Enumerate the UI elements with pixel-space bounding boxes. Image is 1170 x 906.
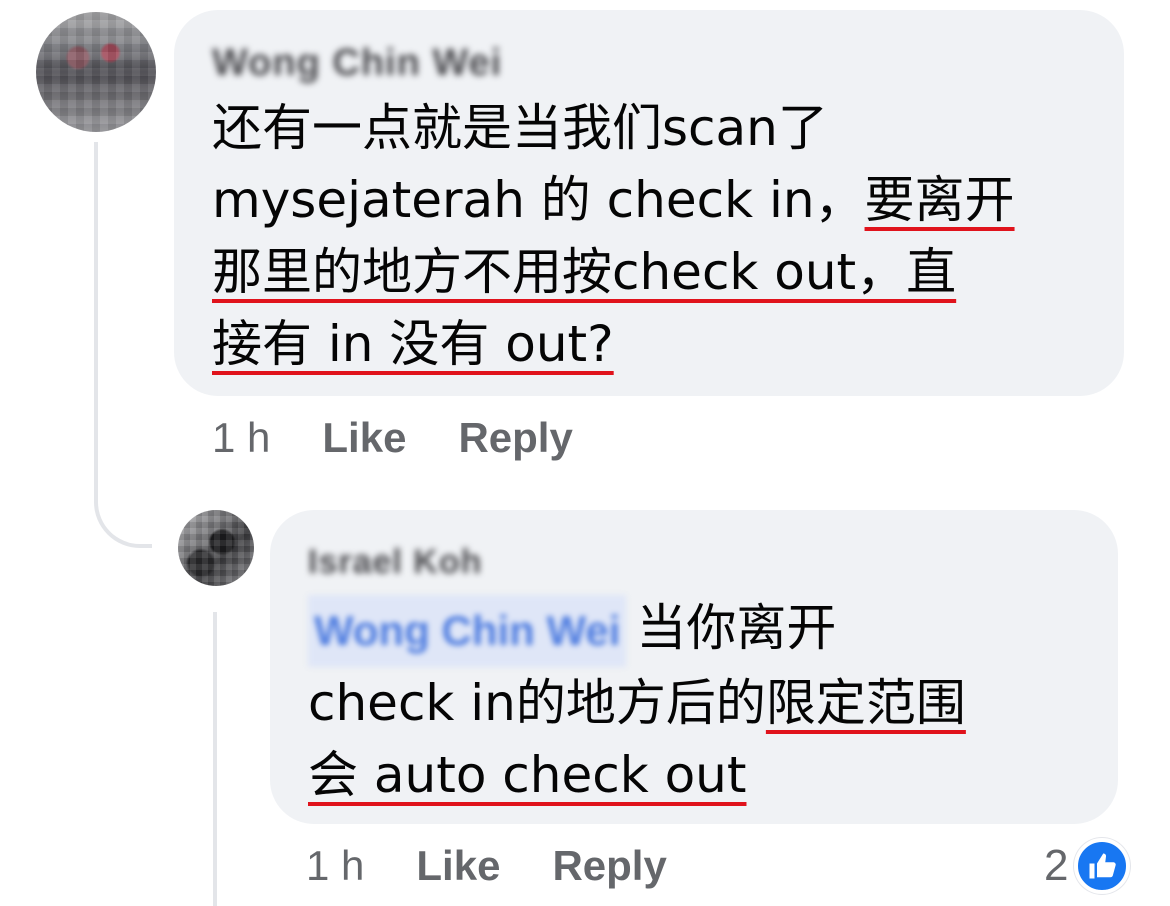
comment-text-segment: check in的地方后的 (308, 674, 766, 732)
comment-line: check in的地方后的限定范围 (308, 667, 1082, 739)
thread-connector (94, 142, 152, 548)
comment-actions: 1 h Like Reply (306, 842, 719, 890)
comment-line: 还有一点就是当我们scan了 (212, 92, 1088, 164)
comment-line: mysejaterah 的 check in，要离开 (212, 164, 1088, 236)
comment-text-segment: 还有一点就是当我们scan了 (212, 99, 828, 157)
reaction-count: 2 (1044, 841, 1069, 890)
underlined-text: 接有 in 没有 out? (212, 315, 614, 373)
reply-bubble: Israel Koh Wong Chin Wei 当你离开 check in的地方后… (270, 510, 1118, 824)
comment-text: 还有一点就是当我们scan了 mysejaterah 的 check in，要离开… (212, 92, 1088, 380)
reaction-summary[interactable]: 2 (1044, 838, 1131, 894)
comment-bubble: Wong Chin Wei 还有一点就是当我们scan了 mysejaterah … (174, 10, 1124, 396)
comment-line: 会 auto check out (308, 739, 1082, 811)
comment-actions: 1 h Like Reply (212, 414, 625, 462)
author-name[interactable]: Wong Chin Wei (212, 40, 502, 86)
reply-button[interactable]: Reply (552, 842, 666, 890)
comment-text-segment: mysejaterah 的 check in， (212, 171, 865, 229)
underlined-text: 会 auto check out (308, 746, 747, 804)
timestamp[interactable]: 1 h (306, 842, 364, 890)
author-name[interactable]: Israel Koh (308, 540, 482, 584)
like-button[interactable]: Like (416, 842, 500, 890)
underlined-text: 限定范围 (765, 674, 966, 732)
avatar[interactable] (178, 510, 254, 586)
reply-button[interactable]: Reply (458, 414, 572, 462)
thread-line (213, 612, 217, 906)
comment-line: 那里的地方不用按check out，直 (212, 236, 1088, 308)
comment-line: 接有 in 没有 out? (212, 308, 1088, 380)
thumbs-up-icon (1074, 838, 1131, 894)
comment-text: Wong Chin Wei 当你离开 check in的地方后的限定范围会 auto… (308, 592, 1082, 811)
comment-line: Wong Chin Wei 当你离开 (308, 592, 1082, 667)
avatar[interactable] (36, 12, 156, 132)
like-button[interactable]: Like (322, 414, 406, 462)
underlined-text: 要离开 (864, 171, 1015, 229)
timestamp[interactable]: 1 h (212, 414, 270, 462)
mention-tag[interactable]: Wong Chin Wei (308, 595, 627, 667)
underlined-text: 那里的地方不用按check out，直 (212, 243, 957, 301)
comment-text-segment: 当你离开 (636, 599, 837, 657)
